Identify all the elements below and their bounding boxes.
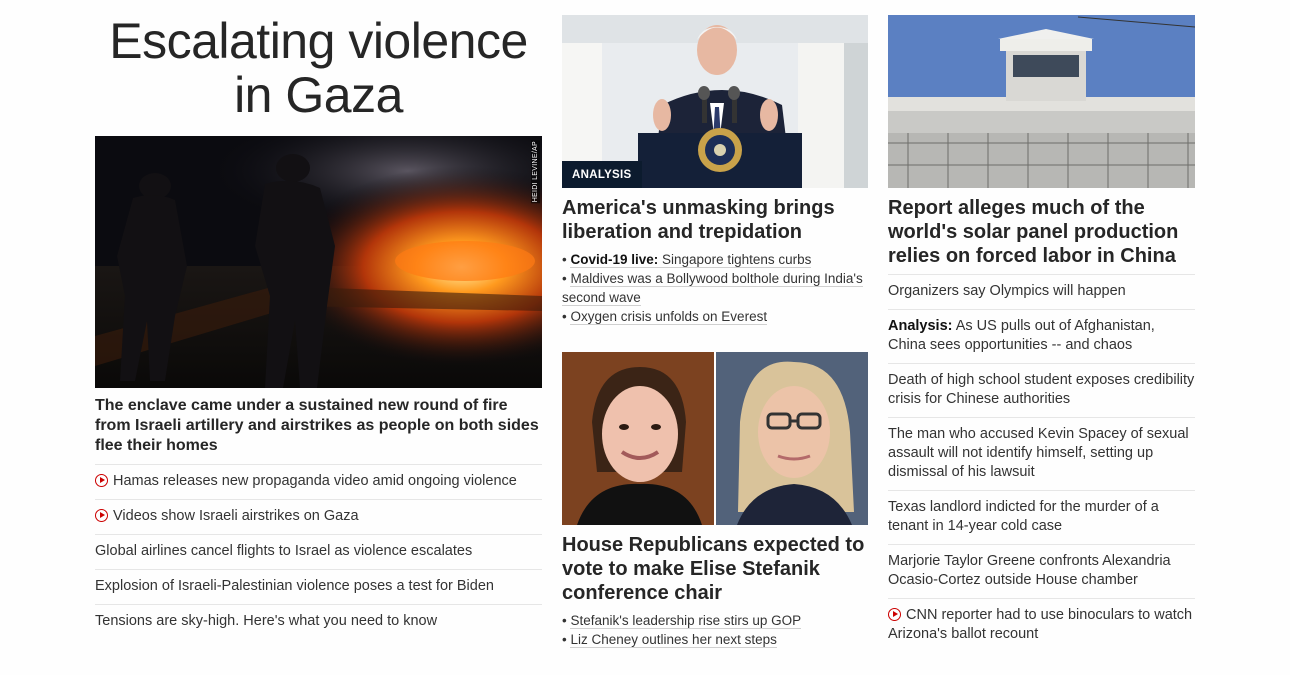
list-item-text[interactable]: Hamas releases new propaganda video amid… xyxy=(113,473,517,489)
hero-image[interactable]: HEIDI LEVINE/AP xyxy=(95,136,542,388)
hero-caption[interactable]: The enclave came under a sustained new r… xyxy=(95,396,542,456)
analysis-badge: ANALYSIS xyxy=(562,161,642,188)
list-item[interactable]: Global airlines cancel flights to Israel… xyxy=(95,534,542,569)
story-headline[interactable]: Report alleges much of the world's solar… xyxy=(888,196,1195,268)
story-image-stefanik-cheney[interactable] xyxy=(562,352,868,525)
right-link-list: Organizers say Olympics will happen Anal… xyxy=(888,274,1195,652)
sublink-item[interactable]: • Stefanik's leadership rise stirs up GO… xyxy=(562,611,868,630)
story-sublinks: • Stefanik's leadership rise stirs up GO… xyxy=(562,611,868,649)
right-column: Report alleges much of the world's solar… xyxy=(888,15,1195,652)
list-item-text[interactable]: Texas landlord indicted for the murder o… xyxy=(888,499,1159,534)
sublink-label: Covid-19 live: xyxy=(570,252,659,267)
zone-link-list: Hamas releases new propaganda video amid… xyxy=(95,464,542,639)
play-video-icon xyxy=(95,509,108,522)
sublink-item[interactable]: • Liz Cheney outlines her next steps xyxy=(562,630,868,649)
sublink-text[interactable]: Liz Cheney outlines her next steps xyxy=(570,632,777,648)
list-item[interactable]: Tensions are sky-high. Here's what you n… xyxy=(95,604,542,639)
sublink-item[interactable]: • Maldives was a Bollywood bolthole duri… xyxy=(562,269,868,307)
play-video-icon xyxy=(888,608,901,621)
photo-credit: HEIDI LEVINE/AP xyxy=(531,140,540,204)
play-video-icon xyxy=(95,474,108,487)
list-item-text[interactable]: Global airlines cancel flights to Israel… xyxy=(95,543,472,559)
story-stefanik: House Republicans expected to vote to ma… xyxy=(562,352,868,649)
prison-photo xyxy=(888,15,1195,188)
hero-photo xyxy=(95,136,542,388)
list-item[interactable]: CNN reporter had to use binoculars to wa… xyxy=(888,598,1195,652)
list-item[interactable]: Organizers say Olympics will happen xyxy=(888,274,1195,309)
list-item[interactable]: Hamas releases new propaganda video amid… xyxy=(95,464,542,499)
list-item-text[interactable]: Organizers say Olympics will happen xyxy=(888,283,1126,299)
list-item-text[interactable]: CNN reporter had to use binoculars to wa… xyxy=(888,607,1192,642)
list-item[interactable]: The man who accused Kevin Spacey of sexu… xyxy=(888,417,1195,490)
list-item-label: Analysis: xyxy=(888,318,953,334)
list-item[interactable]: Marjorie Taylor Greene confronts Alexand… xyxy=(888,544,1195,598)
sublink-text[interactable]: Oxygen crisis unfolds on Everest xyxy=(570,309,768,325)
list-item[interactable]: Analysis: As US pulls out of Afghanistan… xyxy=(888,309,1195,363)
sublink-text[interactable]: Maldives was a Bollywood bolthole during… xyxy=(562,271,863,306)
list-item[interactable]: Explosion of Israeli-Palestinian violenc… xyxy=(95,569,542,604)
sublink-text[interactable]: Stefanik's leadership rise stirs up GOP xyxy=(570,613,802,629)
story-unmasking: ANALYSIS America's unmasking brings libe… xyxy=(562,15,868,326)
story-headline[interactable]: America's unmasking brings liberation an… xyxy=(562,196,868,244)
middle-column: ANALYSIS America's unmasking brings libe… xyxy=(562,15,868,649)
list-item-text[interactable]: Videos show Israeli airstrikes on Gaza xyxy=(113,508,359,524)
sublink-text[interactable]: Singapore tightens curbs xyxy=(662,252,811,267)
story-image-prison[interactable] xyxy=(888,15,1195,188)
story-sublinks: • Covid-19 live: Singapore tightens curb… xyxy=(562,250,868,326)
list-item-text[interactable]: The man who accused Kevin Spacey of sexu… xyxy=(888,426,1189,480)
story-image-biden[interactable]: ANALYSIS xyxy=(562,15,868,188)
story-headline[interactable]: House Republicans expected to vote to ma… xyxy=(562,533,868,605)
sublink-item[interactable]: • Covid-19 live: Singapore tightens curb… xyxy=(562,250,868,269)
sublink-item[interactable]: • Oxygen crisis unfolds on Everest xyxy=(562,307,868,326)
list-item-text[interactable]: Tensions are sky-high. Here's what you n… xyxy=(95,613,437,629)
list-item-text[interactable]: Explosion of Israeli-Palestinian violenc… xyxy=(95,578,494,594)
list-item-text[interactable]: Marjorie Taylor Greene confronts Alexand… xyxy=(888,553,1171,588)
zone-title[interactable]: Escalating violence in Gaza xyxy=(95,14,542,122)
list-item[interactable]: Videos show Israeli airstrikes on Gaza xyxy=(95,499,542,534)
list-item[interactable]: Death of high school student exposes cre… xyxy=(888,363,1195,417)
stefanik-cheney-photo xyxy=(562,352,868,525)
list-item-text[interactable]: Death of high school student exposes cre… xyxy=(888,372,1194,407)
list-item[interactable]: Texas landlord indicted for the murder o… xyxy=(888,490,1195,544)
gaza-zone: Escalating violence in Gaza HEIDI LEVINE… xyxy=(95,14,542,639)
